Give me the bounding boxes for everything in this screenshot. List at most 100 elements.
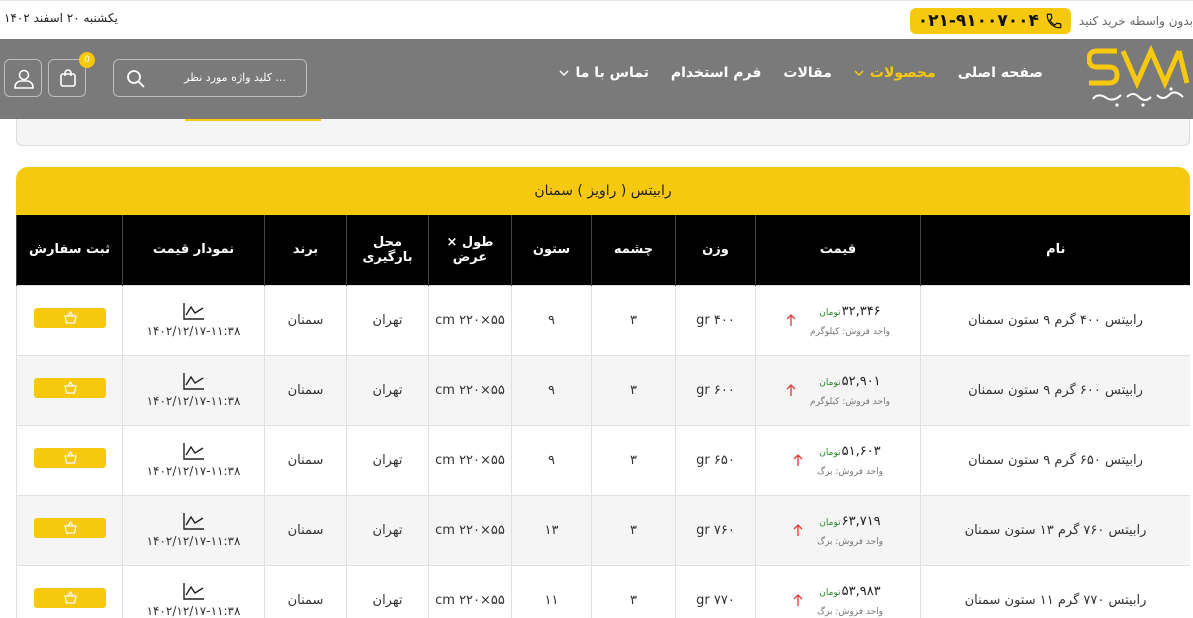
table-row: رابیتس ۶۵۰ گرم ۹ ستون سمنان ۵۱,۶۰۳ تومان … [16,424,1190,496]
product-name[interactable]: رابیتس ۷۶۰ گرم ۱۳ ستون سمنان [965,523,1147,538]
line-chart-icon[interactable] [182,442,205,460]
cell-name[interactable]: رابیتس ۴۰۰ گرم ۹ ستون سمنان [920,284,1190,356]
account-button[interactable] [4,59,42,97]
phone-number: ۰۲۱-۹۱۰۰۷۰۰۴ [917,11,1039,31]
table-title-bar: رابیتس ( راویز ) سمنان [16,167,1190,215]
price-date: ۱۴۰۲/۱۲/۱۷-۱۱:۳۸ [146,394,241,408]
cell-name[interactable]: رابیتس ۶۰۰ گرم ۹ ستون سمنان [920,354,1190,426]
column-value: ۱۳ [544,522,559,538]
price-date: ۱۴۰۲/۱۲/۱۷-۱۱:۳۸ [146,534,241,548]
order-button[interactable] [33,308,106,328]
search-input[interactable]: کلید واژه مورد نظر ... [113,59,307,97]
cell-brand: سمنان [264,424,347,496]
basket-icon [63,591,77,604]
sale-unit: واحد فروش: کیلوگرم [810,326,890,337]
col-name: نام [920,215,1190,285]
cell-dims: ۵۵×۲۲۰ cm [428,564,512,618]
mesh-value: ۳ [630,312,637,328]
column-value: ۹ [548,382,555,398]
menu-home[interactable]: صفحه اصلی [958,65,1043,81]
cell-loading: تهران [346,284,429,356]
cell-dims: ۵۵×۲۲۰ cm [428,494,512,566]
col-order: ثبت سفارش [16,215,123,285]
column-value: ۹ [548,452,555,468]
product-name[interactable]: رابیتس ۷۷۰ گرم ۱۱ ستون سمنان [965,593,1147,608]
price-currency: تومان [819,447,841,458]
menu-articles-label: مقالات [783,65,832,81]
cell-name[interactable]: رابیتس ۷۷۰ گرم ۱۱ ستون سمنان [920,564,1190,618]
cell-name[interactable]: رابیتس ۷۶۰ گرم ۱۳ ستون سمنان [920,494,1190,566]
table-row: رابیتس ۷۶۰ گرم ۱۳ ستون سمنان ۶۳,۷۱۹ تومان… [16,494,1190,566]
cell-mesh: ۳ [591,354,676,426]
contact-text: بدون واسطه خرید کنید [1078,14,1193,28]
cell-order [16,424,123,496]
product-name[interactable]: رابیتس ۶۰۰ گرم ۹ ستون سمنان [968,383,1143,398]
cell-chart[interactable]: ۱۴۰۲/۱۲/۱۷-۱۱:۳۸ [122,284,265,356]
sale-unit: واحد فروش: کیلوگرم [810,396,890,407]
cell-chart[interactable]: ۱۴۰۲/۱۲/۱۷-۱۱:۳۸ [122,494,265,566]
cell-column: ۹ [511,284,592,356]
menu-contact[interactable]: تماس با ما [559,65,649,81]
cell-loading: تهران [346,564,429,618]
sale-unit: واحد فروش: برگ [816,466,883,477]
dims-value: ۵۵×۲۲۰ cm [435,452,505,468]
cell-column: ۱۳ [511,494,592,566]
mesh-value: ۳ [630,522,637,538]
cell-price: ۵۳,۹۸۳ تومان واحد فروش: برگ [755,564,921,618]
line-chart-icon[interactable] [182,512,205,530]
menu-jobs-label: فرم استخدام [670,65,762,81]
cell-chart[interactable]: ۱۴۰۲/۱۲/۱۷-۱۱:۳۸ [122,424,265,496]
col-column: ستون [511,215,592,285]
column-value: ۹ [548,312,555,328]
brand-value: سمنان [287,522,324,538]
product-name[interactable]: رابیتس ۶۵۰ گرم ۹ ستون سمنان [968,453,1143,468]
cell-dims: ۵۵×۲۲۰ cm [428,424,512,496]
table-row: رابیتس ۴۰۰ گرم ۹ ستون سمنان ۳۲,۳۴۶ تومان … [16,284,1190,356]
mesh-value: ۳ [630,592,637,608]
order-button[interactable] [33,378,106,398]
price-value: ۳۲,۳۴۶ [841,303,881,319]
menu-articles[interactable]: مقالات [783,65,832,81]
cell-name[interactable]: رابیتس ۶۵۰ گرم ۹ ستون سمنان [920,424,1190,496]
cell-chart[interactable]: ۱۴۰۲/۱۲/۱۷-۱۱:۳۸ [122,564,265,618]
cell-weight: ۷۷۰ gr [675,564,756,618]
sale-unit: واحد فروش: برگ [816,536,883,547]
dims-value: ۵۵×۲۲۰ cm [435,382,505,398]
mesh-value: ۳ [630,382,637,398]
order-button[interactable] [33,448,106,468]
arrow-up-icon [786,384,796,396]
cell-chart[interactable]: ۱۴۰۲/۱۲/۱۷-۱۱:۳۸ [122,354,265,426]
search-icon[interactable] [126,69,146,89]
line-chart-icon[interactable] [182,372,205,390]
price-currency: تومان [819,377,841,388]
line-chart-icon[interactable] [182,302,205,320]
basket-icon [63,381,77,394]
basket-icon [63,311,77,324]
site-logo[interactable] [1087,43,1191,115]
search-placeholder: کلید واژه مورد نظر ... [184,71,286,84]
price-currency: تومان [819,517,841,528]
menu-products[interactable]: محصولات [854,65,936,81]
line-chart-icon[interactable] [182,582,205,600]
menu-products-label: محصولات [869,65,936,81]
phone-button[interactable]: ۰۲۱-۹۱۰۰۷۰۰۴ [909,8,1071,34]
product-name[interactable]: رابیتس ۴۰۰ گرم ۹ ستون سمنان [968,313,1143,328]
cell-price: ۵۲,۹۰۱ تومان واحد فروش: کیلوگرم [755,354,921,426]
brand-value: سمنان [287,452,324,468]
price-currency: تومان [819,307,841,318]
cell-brand: سمنان [264,494,347,566]
cart-button[interactable]: 0 [48,52,95,97]
basket-icon [63,521,77,534]
menu-jobs[interactable]: فرم استخدام [671,65,762,81]
dims-value: ۵۵×۲۲۰ cm [435,592,505,608]
arrow-up-icon [793,524,803,536]
cell-price: ۶۳,۷۱۹ تومان واحد فروش: برگ [755,494,921,566]
cart-count-badge: 0 [79,52,95,68]
price-table-card: رابیتس ( راویز ) سمنان نام قیمت وزن چشمه… [16,167,1190,618]
arrow-up-icon [793,594,803,606]
order-button[interactable] [33,518,106,538]
cell-mesh: ۳ [591,564,676,618]
order-button[interactable] [33,588,106,608]
weight-value: ۷۶۰ gr [696,522,735,538]
cell-order [16,354,123,426]
